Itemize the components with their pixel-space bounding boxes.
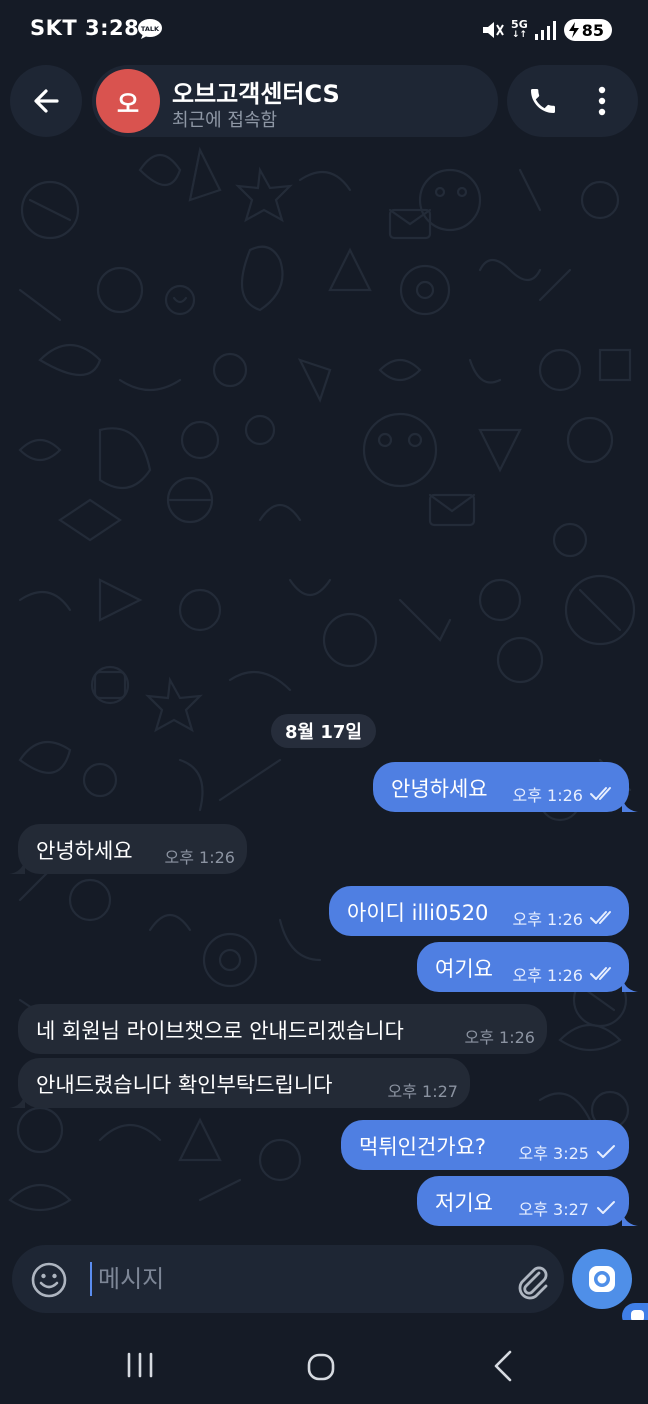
bubble-tail	[622, 1210, 638, 1226]
chat-info-header[interactable]: 오 오브고객센터CS 최근에 접속함	[92, 65, 498, 137]
message-meta: 오후 3:27	[519, 1196, 617, 1220]
attach-icon[interactable]	[512, 1261, 552, 1301]
signal-icon	[534, 21, 556, 40]
status-icons: 5G ↓↑ 85	[481, 14, 612, 46]
message-time: 오후 1:27	[387, 1082, 458, 1101]
message-text: 안녕하세요	[36, 839, 133, 863]
message-bubble-outgoing[interactable]: 여기요 오후 1:26	[417, 942, 638, 992]
message-text: 아이디 illi0520	[347, 901, 489, 925]
message-text: 안내드렸습니다 확인부탁드립니다	[36, 1073, 333, 1097]
double-check-icon	[590, 967, 611, 980]
back-arrow-icon	[34, 89, 59, 113]
message-time: 오후 1:26	[464, 1028, 535, 1047]
message-time: 오후 3:27	[518, 1200, 589, 1219]
message-meta: 오후 1:27	[388, 1078, 458, 1102]
message-meta: 오후 1:26	[513, 962, 617, 986]
message-text: 저기요	[435, 1191, 493, 1215]
message-meta: 오후 1:26	[465, 1024, 535, 1048]
message-time: 오후 1:26	[164, 848, 235, 867]
nav-back-icon[interactable]	[484, 1346, 524, 1386]
back-button[interactable]	[10, 65, 82, 137]
recent-apps-icon[interactable]	[120, 1350, 160, 1380]
call-button[interactable]	[521, 79, 565, 123]
phone-icon	[531, 89, 555, 113]
message-meta: 오후 1:26	[165, 844, 235, 868]
camera-icon	[589, 1266, 615, 1292]
svg-text:TALK: TALK	[141, 25, 160, 33]
network-badge: 5G ↓↑	[511, 18, 528, 40]
message-bubble-incoming[interactable]: 네 회원님 라이브챗으로 안내드리겠습니다 오후 1:26	[18, 1004, 547, 1054]
kakaotalk-icon: TALK	[138, 19, 162, 39]
single-check-icon	[597, 1201, 615, 1214]
status-carrier-time: SKT 3:28	[30, 16, 140, 40]
message-input[interactable]	[98, 1259, 478, 1299]
message-time: 오후 1:26	[512, 966, 583, 985]
message-text: 여기요	[435, 957, 493, 981]
bubble-tail	[622, 796, 638, 812]
message-bubble-outgoing[interactable]: 저기요 오후 3:27	[417, 1176, 638, 1226]
message-meta: 오후 3:25	[519, 1140, 617, 1164]
status-bar: SKT 3:28 TALK 5G ↓↑ 85	[0, 0, 648, 60]
bubble-tail	[9, 858, 25, 874]
more-vert-icon	[598, 86, 606, 116]
message-composer	[12, 1245, 564, 1313]
message-time: 오후 3:25	[518, 1144, 589, 1163]
message-meta: 오후 1:26	[513, 782, 617, 806]
double-check-icon	[590, 911, 611, 924]
camera-button[interactable]	[572, 1249, 632, 1309]
message-bubble-outgoing[interactable]: 먹튀인건가요? 오후 3:25	[341, 1120, 629, 1170]
bubble-tail	[622, 976, 638, 992]
message-text: 먹튀인건가요?	[359, 1135, 487, 1159]
message-bubble-outgoing[interactable]: 안녕하세요 오후 1:26	[373, 762, 638, 812]
text-caret	[90, 1262, 92, 1296]
battery-indicator: 85	[563, 19, 612, 41]
home-icon[interactable]	[300, 1346, 342, 1388]
charging-icon	[568, 22, 579, 38]
message-bubble-outgoing[interactable]: 아이디 illi0520 오후 1:26	[329, 886, 629, 936]
message-text: 네 회원님 라이브챗으로 안내드리겠습니다	[36, 1019, 404, 1043]
message-text: 안녕하세요	[391, 777, 488, 801]
message-bubble-incoming[interactable]: 안내드렸습니다 확인부탁드립니다 오후 1:27	[9, 1058, 470, 1108]
avatar[interactable]: 오	[96, 69, 160, 133]
double-check-icon	[590, 787, 611, 800]
chat-last-seen: 최근에 접속함	[172, 110, 278, 131]
date-divider: 8월 17일	[271, 714, 376, 748]
bubble-tail	[9, 1092, 25, 1108]
emoji-icon[interactable]	[30, 1261, 68, 1299]
chat-title: 오브고객센터CS	[172, 80, 340, 108]
header-actions	[507, 65, 638, 137]
system-nav-bar	[0, 1320, 648, 1404]
message-meta: 오후 1:26	[513, 906, 617, 930]
message-bubble-incoming[interactable]: 안녕하세요 오후 1:26	[9, 824, 247, 874]
message-time: 오후 1:26	[512, 786, 583, 805]
single-check-icon	[597, 1145, 615, 1158]
mute-icon	[483, 22, 504, 38]
message-time: 오후 1:26	[512, 910, 583, 929]
more-options-button[interactable]	[580, 79, 624, 123]
